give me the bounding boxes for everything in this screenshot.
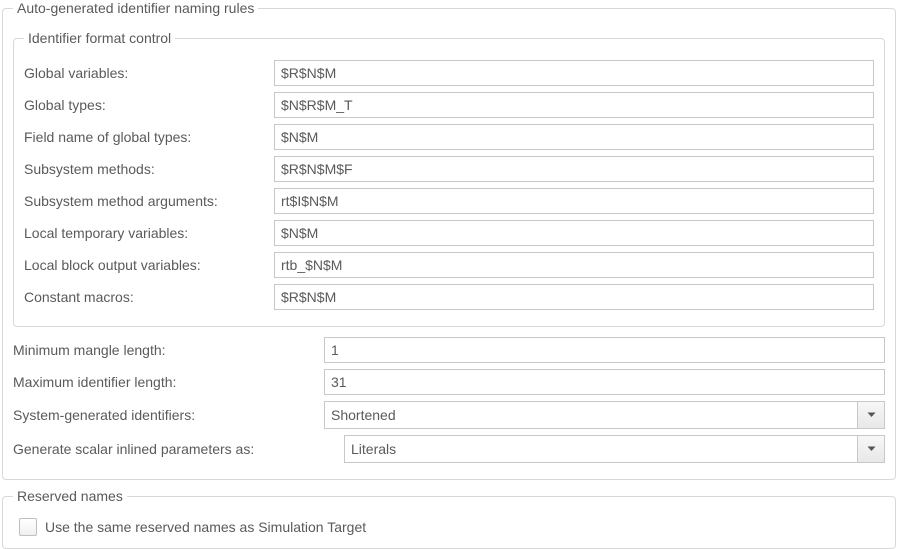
field-name-global-types-label: Field name of global types: xyxy=(24,129,268,145)
global-types-label: Global types: xyxy=(24,97,268,113)
identifier-format-control-group: Identifier format control Global variabl… xyxy=(13,30,885,327)
identifier-format-control-legend: Identifier format control xyxy=(24,30,175,46)
subsystem-method-args-input[interactable] xyxy=(274,188,874,214)
max-identifier-length-row: Maximum identifier length: xyxy=(13,369,885,395)
local-temp-vars-label: Local temporary variables: xyxy=(24,225,268,241)
local-block-output-vars-label: Local block output variables: xyxy=(24,257,268,273)
global-variables-input[interactable] xyxy=(274,60,874,86)
subsystem-method-args-row: Subsystem method arguments: xyxy=(24,188,874,214)
field-name-global-types-input[interactable] xyxy=(274,124,874,150)
constant-macros-row: Constant macros: xyxy=(24,284,874,310)
constant-macros-label: Constant macros: xyxy=(24,289,268,305)
reserved-names-legend: Reserved names xyxy=(13,488,127,504)
chevron-down-icon xyxy=(867,446,876,452)
global-types-row: Global types: xyxy=(24,92,874,118)
max-identifier-length-input[interactable] xyxy=(324,369,885,395)
generate-scalar-inlined-params-row: Generate scalar inlined parameters as: L… xyxy=(13,435,885,463)
min-mangle-length-label: Minimum mangle length: xyxy=(13,342,318,358)
identifier-naming-rules-legend: Auto-generated identifier naming rules xyxy=(13,0,258,16)
local-block-output-vars-input[interactable] xyxy=(274,252,874,278)
subsystem-method-args-label: Subsystem method arguments: xyxy=(24,193,268,209)
use-same-reserved-names-label: Use the same reserved names as Simulatio… xyxy=(45,519,366,535)
subsystem-methods-label: Subsystem methods: xyxy=(24,161,268,177)
generate-scalar-inlined-params-label: Generate scalar inlined parameters as: xyxy=(13,441,338,457)
local-temp-vars-input[interactable] xyxy=(274,220,874,246)
use-same-reserved-names-row: Use the same reserved names as Simulatio… xyxy=(13,512,885,538)
local-temp-vars-row: Local temporary variables: xyxy=(24,220,874,246)
global-variables-row: Global variables: xyxy=(24,60,874,86)
system-generated-identifiers-select[interactable]: Shortened xyxy=(324,401,885,429)
generate-scalar-inlined-params-select[interactable]: Literals xyxy=(344,435,885,463)
max-identifier-length-label: Maximum identifier length: xyxy=(13,374,318,390)
identifier-naming-rules-group: Auto-generated identifier naming rules I… xyxy=(2,0,896,480)
dropdown-button[interactable] xyxy=(857,435,885,463)
chevron-down-icon xyxy=(867,412,876,418)
system-generated-identifiers-row: System-generated identifiers: Shortened xyxy=(13,401,885,429)
use-same-reserved-names-checkbox[interactable] xyxy=(19,518,37,536)
constant-macros-input[interactable] xyxy=(274,284,874,310)
subsystem-methods-row: Subsystem methods: xyxy=(24,156,874,182)
system-generated-identifiers-label: System-generated identifiers: xyxy=(13,407,318,423)
local-block-output-vars-row: Local block output variables: xyxy=(24,252,874,278)
generate-scalar-inlined-params-value: Literals xyxy=(344,435,857,463)
system-generated-identifiers-value: Shortened xyxy=(324,401,857,429)
field-name-global-types-row: Field name of global types: xyxy=(24,124,874,150)
min-mangle-length-input[interactable] xyxy=(324,337,885,363)
global-types-input[interactable] xyxy=(274,92,874,118)
min-mangle-length-row: Minimum mangle length: xyxy=(13,337,885,363)
subsystem-methods-input[interactable] xyxy=(274,156,874,182)
global-variables-label: Global variables: xyxy=(24,65,268,81)
dropdown-button[interactable] xyxy=(857,401,885,429)
